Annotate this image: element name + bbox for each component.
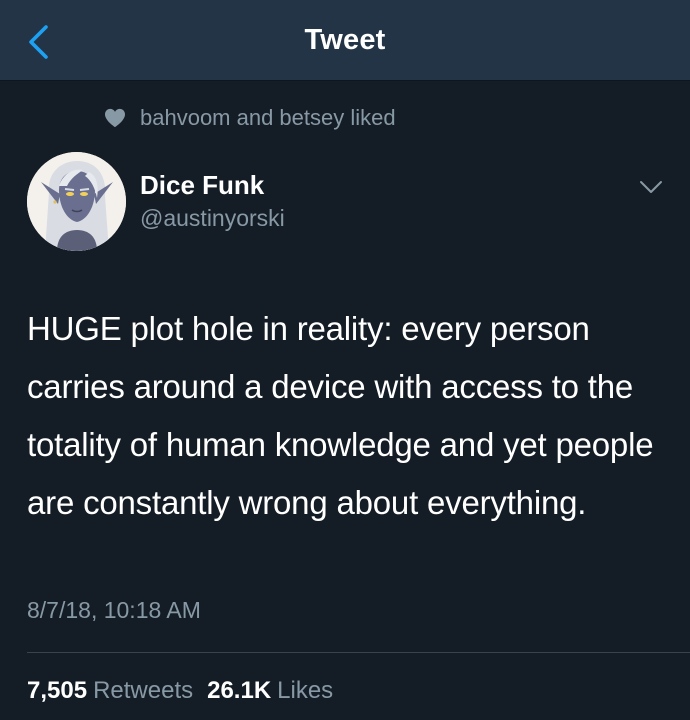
retweets-stat[interactable]: 7,505 Retweets <box>27 677 193 705</box>
heart-icon <box>104 107 126 129</box>
chevron-down-icon <box>640 181 662 193</box>
page-title: Tweet <box>304 24 386 56</box>
tweet-stats: 7,505 Retweets 26.1K Likes <box>27 677 347 705</box>
author-handle[interactable]: @austinyorski <box>140 205 285 232</box>
navigation-bar: Tweet <box>0 0 690 80</box>
retweets-count: 7,505 <box>27 677 88 704</box>
tweet-timestamp: 8/7/18, 10:18 AM <box>27 597 201 623</box>
tweet-text: HUGE plot hole in reality: every person … <box>27 310 654 521</box>
avatar-illustration <box>27 152 126 251</box>
social-context-text: bahvoom and betsey liked <box>140 105 396 130</box>
likes-stat[interactable]: 26.1K Likes <box>207 677 333 705</box>
likes-label: Likes <box>277 677 334 704</box>
author-name[interactable]: Dice Funk <box>140 170 264 201</box>
nav-divider <box>0 80 690 81</box>
tweet-menu-button[interactable] <box>636 172 666 202</box>
social-context[interactable]: bahvoom and betsey liked <box>104 103 396 133</box>
stats-divider <box>27 652 690 653</box>
retweets-label: Retweets <box>93 677 194 704</box>
likes-count: 26.1K <box>207 677 272 704</box>
avatar[interactable] <box>27 152 126 251</box>
